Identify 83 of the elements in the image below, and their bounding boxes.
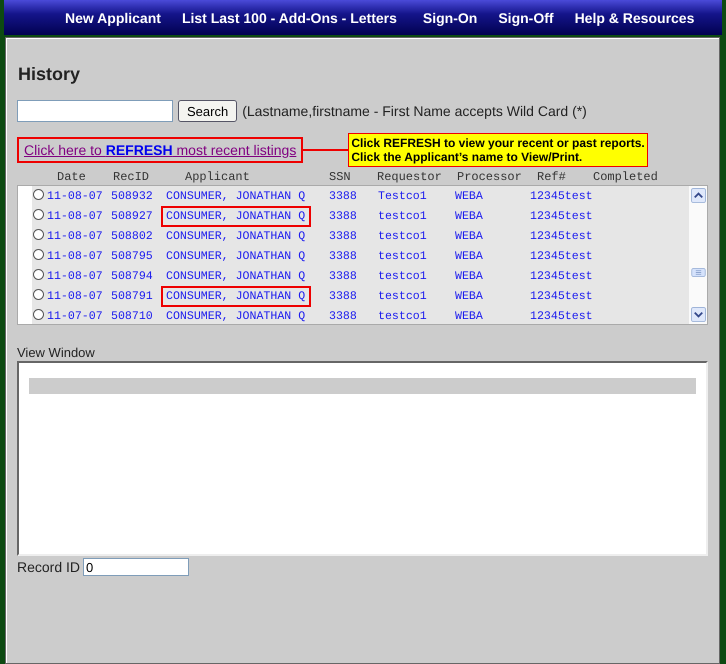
- ssn-cell-text: 3388: [329, 288, 358, 304]
- record-id-field[interactable]: 0: [83, 558, 190, 576]
- applicant-link[interactable]: CONSUMER, JONATHAN Q: [161, 226, 311, 246]
- radio-button[interactable]: [33, 188, 44, 200]
- ssn-cell-text: 3388: [329, 208, 358, 224]
- radio-button[interactable]: [33, 308, 44, 320]
- record-id-cell-text: 508802: [111, 228, 154, 244]
- date-cell-text: 11-08-07: [47, 288, 104, 304]
- ssn-cell-text: 3388: [329, 308, 358, 324]
- reference-cell-text: 12345test: [529, 248, 594, 264]
- reference-cell-text: 12345test: [529, 268, 594, 284]
- column-header: Applicant: [185, 170, 251, 184]
- callout-text: Click REFRESH to view your recent or past reports.: [351, 136, 645, 150]
- date-cell-text: 11-08-07: [47, 228, 104, 244]
- ssn-cell-text: 3388: [329, 268, 358, 284]
- requestor-cell-text: testco1: [378, 228, 428, 244]
- callout-text: Click the Applicant’s name to View/Print.: [351, 150, 584, 164]
- processor-cell-text: WEBA: [455, 268, 484, 284]
- search-button[interactable]: Search: [178, 100, 238, 122]
- radio-button[interactable]: [33, 208, 44, 220]
- applicant-link[interactable]: CONSUMER, JONATHAN Q: [161, 206, 311, 226]
- nav-link[interactable]: Sign-Off: [498, 10, 554, 26]
- scroll-thumb-icon[interactable]: [690, 268, 706, 277]
- nav-link[interactable]: New Applicant: [65, 10, 161, 26]
- column-header: Date: [57, 170, 87, 184]
- search-field[interactable]: [17, 100, 173, 122]
- processor-cell-text: WEBA: [455, 308, 484, 324]
- requestor-cell-text: testco1: [378, 268, 428, 284]
- processor-cell-text: WEBA: [455, 288, 484, 304]
- record-id-cell-text: 508795: [111, 248, 154, 264]
- reference-cell-text: 12345test: [529, 288, 594, 304]
- date-cell-text: 11-08-07: [47, 268, 104, 284]
- record-id-cell-text: 508794: [111, 268, 154, 284]
- radio-button[interactable]: [33, 228, 44, 240]
- requestor-cell-text: testco1: [378, 208, 428, 224]
- reference-cell-text: 12345test: [529, 188, 594, 204]
- requestor-cell-text: testco1: [378, 308, 428, 324]
- date-cell-text: 11-08-07: [47, 208, 104, 224]
- nav-link[interactable]: Sign-On: [422, 10, 478, 26]
- applicant-link[interactable]: CONSUMER, JONATHAN Q: [161, 286, 311, 306]
- column-header: Ref#: [537, 170, 567, 184]
- record-id-cell-text: 508932: [111, 188, 154, 204]
- nav-link[interactable]: Help & Resources: [574, 10, 694, 26]
- record-id-cell-text: 508927: [111, 208, 154, 224]
- reference-cell-text: 12345test: [529, 308, 594, 324]
- ssn-cell-text: 3388: [329, 188, 358, 204]
- processor-cell-text: WEBA: [455, 208, 484, 224]
- column-header: Requestor: [377, 170, 443, 184]
- column-header: Processor: [457, 170, 523, 184]
- processor-cell-text: WEBA: [455, 248, 484, 264]
- view-window-label: View Window: [17, 345, 96, 360]
- scroll-down-icon[interactable]: [690, 307, 706, 322]
- radio-button[interactable]: [33, 268, 44, 280]
- processor-cell-text: WEBA: [455, 188, 484, 204]
- refresh-link[interactable]: Click here to REFRESH most recent listings: [17, 137, 304, 163]
- record-id-label: Record ID: [17, 559, 80, 575]
- date-cell-text: 11-08-07: [47, 248, 104, 264]
- ssn-cell-text: 3388: [329, 248, 358, 264]
- applicant-link[interactable]: CONSUMER, JONATHAN Q: [161, 306, 311, 326]
- scrollbar[interactable]: [689, 186, 707, 324]
- radio-button[interactable]: [33, 288, 44, 300]
- applicant-link[interactable]: CONSUMER, JONATHAN Q: [161, 246, 311, 266]
- requestor-cell-text: Testco1: [378, 188, 428, 204]
- radio-button[interactable]: [33, 248, 44, 260]
- record-id-cell-text: 508791: [111, 288, 154, 304]
- nav-link[interactable]: List Last 100 - Add-Ons - Letters: [182, 10, 397, 26]
- scroll-up-icon[interactable]: [690, 188, 706, 203]
- applicant-link[interactable]: CONSUMER, JONATHAN Q: [161, 266, 311, 286]
- requestor-cell-text: testco1: [378, 288, 428, 304]
- column-header: SSN: [329, 170, 352, 184]
- ssn-cell-text: 3388: [329, 228, 358, 244]
- reference-cell-text: 12345test: [529, 208, 594, 224]
- date-cell-text: 11-08-07: [47, 188, 104, 204]
- page-title: History: [18, 64, 82, 85]
- reference-cell-text: 12345test: [529, 228, 594, 244]
- column-header: Completed: [593, 170, 658, 184]
- applicant-link[interactable]: CONSUMER, JONATHAN Q: [161, 186, 311, 206]
- column-header: RecID: [113, 170, 150, 184]
- search-hint: (Lastname,firstname - First Name accepts Wild Card (*): [242, 103, 587, 119]
- requestor-cell-text: testco1: [378, 248, 428, 264]
- record-id-cell-text: 508710: [111, 308, 154, 324]
- processor-cell-text: WEBA: [455, 228, 484, 244]
- date-cell-text: 11-07-07: [47, 308, 104, 324]
